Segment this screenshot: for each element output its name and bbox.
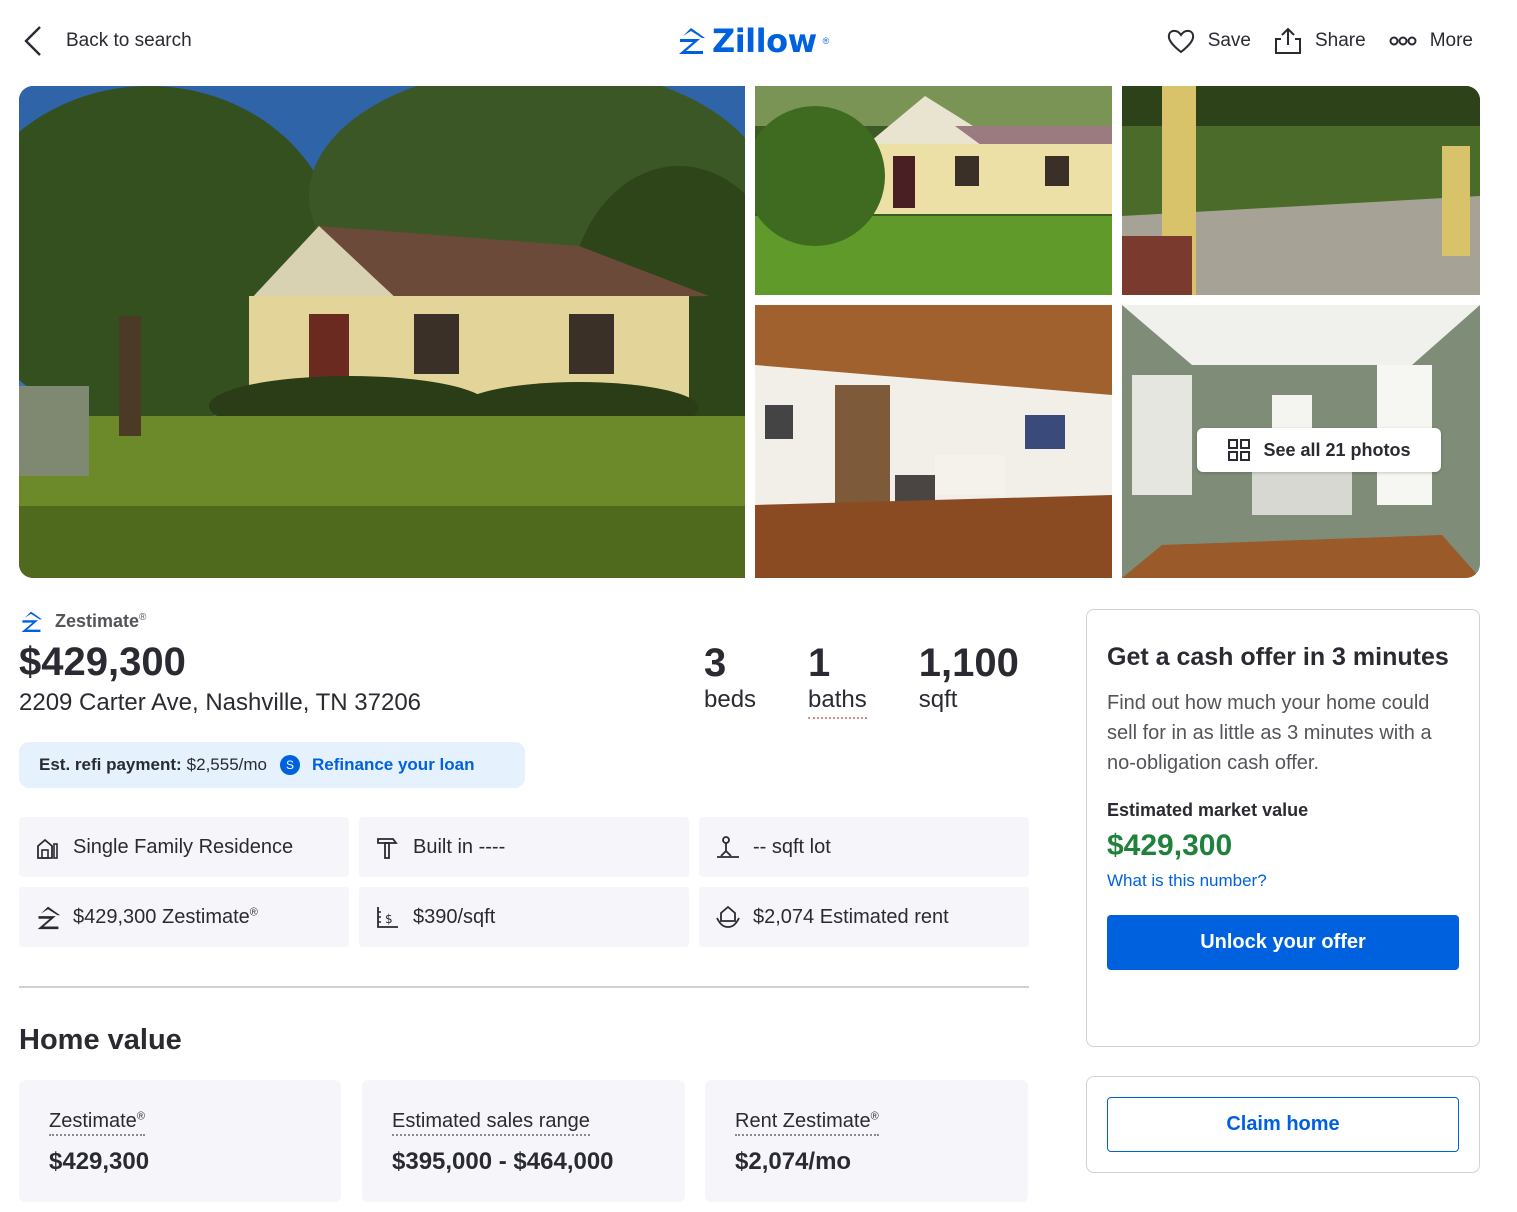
chevron-left-icon	[24, 26, 41, 56]
logo-wordmark: Zillow	[712, 22, 817, 60]
baths-stat[interactable]: 1 baths	[808, 641, 867, 719]
save-button[interactable]: Save	[1166, 26, 1251, 56]
fact-text: $429,300 Zestimate	[73, 905, 250, 928]
more-icon	[1389, 36, 1417, 46]
price-per-sqft-icon: $	[377, 907, 398, 928]
back-label: Back to search	[66, 30, 192, 51]
sales-range-label[interactable]: Estimated sales range	[392, 1110, 590, 1136]
beds-stat: 3 beds	[704, 641, 756, 719]
fact-text: Built in ----	[413, 835, 506, 858]
claim-home-card: Claim home	[1086, 1076, 1480, 1173]
zestimate-label: Zestimate	[55, 610, 140, 631]
sponsor-badge-icon: S	[280, 755, 300, 775]
share-label: Share	[1315, 30, 1366, 51]
rent-icon	[716, 905, 740, 928]
baths-label: baths	[808, 685, 867, 719]
living-room-image	[755, 305, 1112, 578]
back-to-search-link[interactable]: Back to search	[22, 24, 192, 58]
grid-icon	[1228, 439, 1251, 461]
sales-range-value: $395,000 - $464,000	[392, 1148, 614, 1175]
photo-3[interactable]	[1122, 86, 1480, 295]
porch-image	[1122, 86, 1480, 295]
refi-label: Est. refi payment:	[39, 755, 182, 774]
baths-value: 1	[808, 641, 831, 685]
market-value-amount: $429,300	[1107, 829, 1233, 862]
lot-icon	[717, 836, 739, 858]
logo-reg-mark: ®	[822, 36, 830, 46]
reg-mark: ®	[249, 905, 258, 918]
beds-value: 3	[704, 641, 727, 685]
see-all-photos-button[interactable]: See all 21 photos	[1197, 428, 1441, 472]
rent-zestimate-value: $2,074/mo	[735, 1148, 852, 1175]
house-front-image	[19, 86, 745, 578]
svg-text:$: $	[385, 912, 393, 926]
sqft-stat: 1,100 sqft	[919, 641, 1019, 719]
zestimate-card-value: $429,300	[49, 1148, 150, 1175]
sales-range-card: Estimated sales range $395,000 - $464,00…	[362, 1080, 685, 1202]
cash-offer-title: Get a cash offer in 3 minutes	[1107, 643, 1449, 671]
fact-text: $390/sqft	[413, 905, 496, 928]
zestimate-icon	[37, 906, 61, 930]
fact-text: -- sqft lot	[753, 835, 831, 858]
cash-offer-card: Get a cash offer in 3 minutes Find out h…	[1086, 609, 1480, 1047]
top-bar: Back to search Zillow ® Save Share More	[0, 0, 1517, 84]
top-actions: Save Share More	[1166, 26, 1473, 56]
zillow-z-icon	[679, 28, 705, 54]
unlock-offer-button[interactable]: Unlock your offer	[1107, 915, 1459, 970]
fact-text: Single Family Residence	[73, 835, 294, 858]
zillow-logo[interactable]: Zillow ®	[676, 22, 829, 60]
what-is-this-link[interactable]: What is this number?	[1107, 871, 1459, 891]
more-button[interactable]: More	[1388, 26, 1473, 56]
main-photo[interactable]	[19, 86, 745, 578]
fact-home-type: Single Family Residence	[19, 817, 349, 877]
section-divider	[19, 986, 1029, 988]
fact-zestimate: $429,300 Zestimate®	[19, 887, 349, 947]
fact-year-built: Built in ----	[359, 817, 689, 877]
refi-banner: Est. refi payment: $2,555/mo S Refinance…	[19, 742, 525, 788]
share-icon	[1275, 27, 1301, 54]
share-button[interactable]: Share	[1273, 26, 1366, 56]
see-all-label: See all 21 photos	[1263, 439, 1411, 460]
rent-zestimate-card: Rent Zestimate® $2,074/mo	[705, 1080, 1028, 1202]
home-stats: 3 beds 1 baths 1,100 sqft	[704, 641, 1071, 719]
sqft-value: 1,100	[918, 641, 1019, 685]
reg-mark: ®	[139, 611, 147, 623]
claim-home-button[interactable]: Claim home	[1107, 1097, 1459, 1152]
home-value-heading: Home value	[19, 1024, 182, 1056]
listing-address: 2209 Carter Ave, Nashville, TN 37206	[19, 689, 422, 716]
listing-price: $429,300	[19, 640, 186, 684]
photo-2[interactable]	[755, 86, 1112, 295]
rent-zestimate-label[interactable]: Rent Zestimate®	[735, 1110, 879, 1136]
zestimate-card: Zestimate® $429,300	[19, 1080, 341, 1202]
refinance-link[interactable]: Refinance your loan	[312, 755, 474, 775]
more-label: More	[1429, 30, 1473, 51]
beds-label: beds	[704, 686, 757, 713]
home-type-icon	[37, 838, 58, 859]
refi-value: $2,555/mo	[186, 755, 267, 774]
photo-4[interactable]	[755, 305, 1112, 578]
house-front-yard-image	[755, 86, 1112, 295]
fact-lot-size: -- sqft lot	[699, 817, 1029, 877]
zillow-z-icon	[21, 611, 42, 632]
fact-estimated-rent: $2,074 Estimated rent	[699, 887, 1029, 947]
fact-price-per-sqft: $ $390/sqft	[359, 887, 689, 947]
photo-gallery	[19, 86, 1480, 578]
fact-text: $2,074 Estimated rent	[753, 905, 949, 928]
hammer-icon	[377, 838, 398, 859]
sqft-label: sqft	[918, 686, 958, 713]
cash-offer-description: Find out how much your home could sell f…	[1107, 692, 1432, 774]
heart-icon	[1167, 29, 1194, 54]
zestimate-card-label[interactable]: Zestimate®	[49, 1110, 145, 1136]
market-value-label: Estimated market value	[1107, 800, 1309, 820]
zestimate-header: Zestimate®	[19, 610, 146, 632]
save-label: Save	[1207, 30, 1251, 51]
